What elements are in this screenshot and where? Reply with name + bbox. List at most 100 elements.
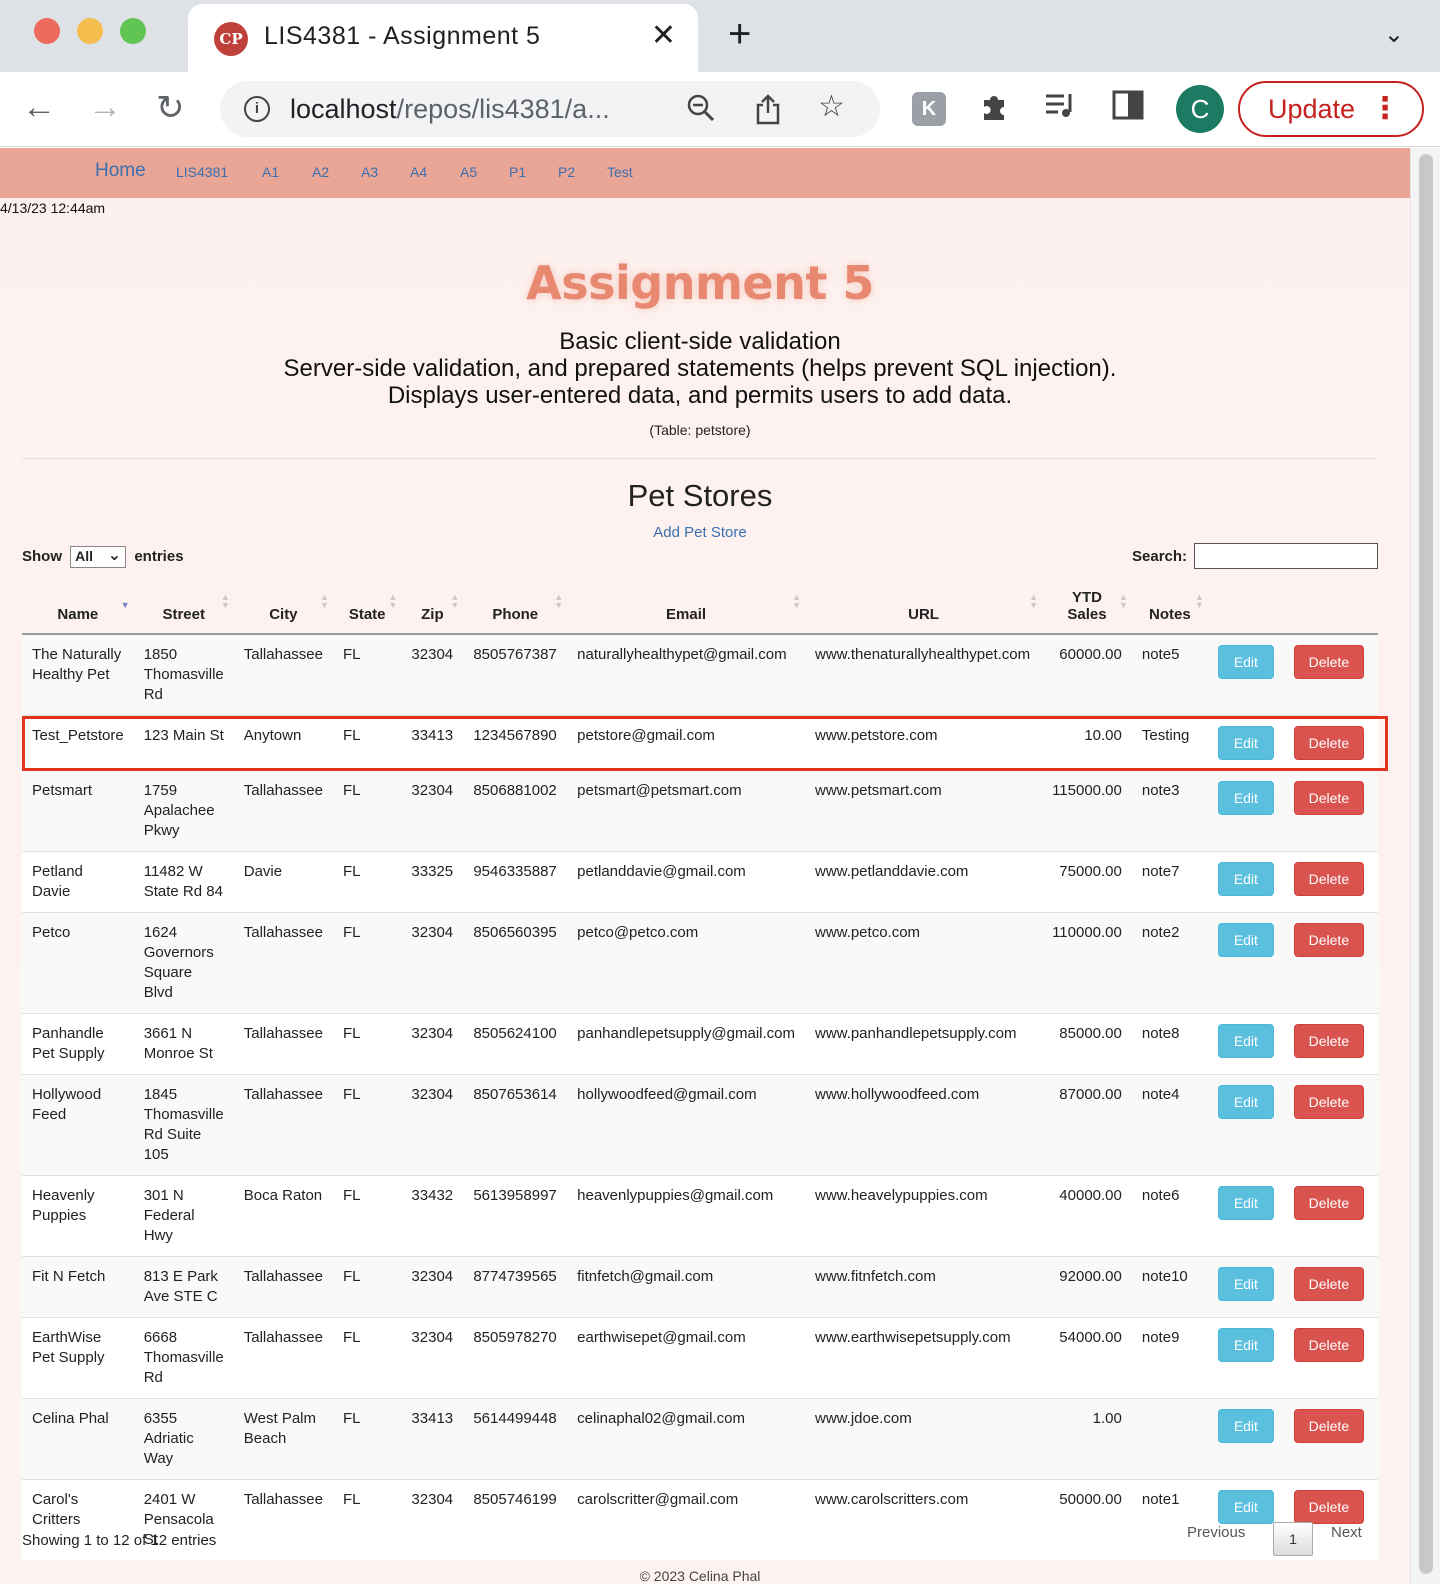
edit-button[interactable]: Edit bbox=[1217, 1267, 1274, 1301]
table-header-row: Name ▼ Street ▲ ▼ City ▲ ▼ State ▲ ▼ Zip ▲ ▼ Phon… bbox=[22, 580, 1378, 635]
add-pet-store-link[interactable]: Add Pet Store bbox=[0, 524, 1400, 541]
nav-link-test[interactable]: Test bbox=[607, 164, 633, 180]
cell-delete: Delete bbox=[1283, 851, 1378, 913]
tab-close-icon[interactable]: ✕ bbox=[651, 18, 676, 53]
delete-button[interactable]: Delete bbox=[1293, 862, 1364, 896]
delete-button[interactable]: Delete bbox=[1293, 1328, 1364, 1362]
url-text[interactable]: localhost/repos/lis4381/a... bbox=[290, 94, 610, 125]
column-header-notes[interactable]: Notes ▲ ▼ bbox=[1131, 580, 1208, 635]
delete-button[interactable]: Delete bbox=[1293, 1267, 1364, 1301]
edit-button[interactable]: Edit bbox=[1217, 1085, 1274, 1119]
column-header-street[interactable]: Street ▲ ▼ bbox=[133, 580, 234, 635]
address-bar[interactable]: i localhost/repos/lis4381/a... ☆ bbox=[220, 81, 880, 137]
cell-notes bbox=[1131, 1398, 1208, 1480]
column-header-name[interactable]: Name ▼ bbox=[22, 580, 134, 635]
cell-zip: 32304 bbox=[401, 770, 464, 852]
edit-button[interactable]: Edit bbox=[1217, 862, 1274, 896]
browser-tab-active[interactable]: CP LIS4381 - Assignment 5 ✕ bbox=[188, 4, 698, 72]
delete-button[interactable]: Delete bbox=[1293, 1085, 1364, 1119]
cell-name: Hollywood Feed bbox=[22, 1074, 134, 1176]
scrollbar-thumb[interactable] bbox=[1419, 154, 1433, 1574]
delete-button[interactable]: Delete bbox=[1293, 726, 1364, 760]
delete-button[interactable]: Delete bbox=[1293, 645, 1364, 679]
edit-button[interactable]: Edit bbox=[1217, 781, 1274, 815]
page-scrollbar[interactable] bbox=[1410, 148, 1440, 1584]
column-header-zip[interactable]: Zip ▲ ▼ bbox=[401, 580, 464, 635]
delete-button[interactable]: Delete bbox=[1293, 1186, 1364, 1220]
previous-page-button[interactable]: Previous bbox=[1187, 1524, 1245, 1541]
cell-phone: 9546335887 bbox=[463, 851, 568, 913]
kebab-menu-icon[interactable]: ⋮ bbox=[1370, 83, 1400, 135]
cell-name: Petco bbox=[22, 912, 134, 1014]
nav-link-a5[interactable]: A5 bbox=[460, 164, 477, 180]
extension-k-icon[interactable]: K bbox=[912, 92, 946, 126]
edit-button[interactable]: Edit bbox=[1217, 1186, 1274, 1220]
sort-icon: ▲ ▼ bbox=[388, 592, 398, 610]
new-tab-icon[interactable]: + bbox=[728, 12, 751, 57]
info-icon[interactable]: i bbox=[244, 96, 270, 122]
forward-arrow-icon[interactable]: → bbox=[88, 88, 122, 127]
zoom-out-icon[interactable] bbox=[686, 93, 716, 130]
nav-link-p2[interactable]: P2 bbox=[558, 164, 575, 180]
sort-icon: ▲ ▼ bbox=[1118, 592, 1128, 610]
edit-button[interactable]: Edit bbox=[1217, 1024, 1274, 1058]
browser-tab-strip: CP LIS4381 - Assignment 5 ✕ + ⌄ bbox=[0, 0, 1440, 72]
delete-button[interactable]: Delete bbox=[1293, 1024, 1364, 1058]
divider bbox=[22, 458, 1377, 459]
profile-avatar[interactable]: C bbox=[1176, 85, 1224, 133]
column-header-state[interactable]: State ▲ ▼ bbox=[332, 580, 402, 635]
sidebar-icon[interactable] bbox=[1112, 90, 1144, 128]
close-window-icon[interactable] bbox=[34, 18, 60, 44]
nav-link-a3[interactable]: A3 bbox=[361, 164, 378, 180]
edit-button[interactable]: Edit bbox=[1217, 1490, 1274, 1524]
table-body: The Naturally Healthy Pet 1850 Thomasvill… bbox=[22, 633, 1378, 1560]
column-header-ytd-sales[interactable]: YTD Sales ▲ ▼ bbox=[1042, 580, 1132, 635]
delete-button[interactable]: Delete bbox=[1293, 1490, 1364, 1524]
sort-icon: ▲ ▼ bbox=[792, 592, 801, 610]
edit-button[interactable]: Edit bbox=[1217, 1409, 1274, 1443]
search-input[interactable] bbox=[1194, 543, 1378, 569]
back-arrow-icon[interactable]: ← bbox=[22, 88, 56, 127]
column-header-city[interactable]: City ▲ ▼ bbox=[233, 580, 333, 635]
cell-state: FL bbox=[332, 851, 402, 913]
delete-button[interactable]: Delete bbox=[1293, 781, 1364, 815]
cell-zip: 33413 bbox=[401, 715, 464, 771]
media-queue-icon[interactable] bbox=[1044, 90, 1078, 128]
nav-link-lis4381[interactable]: LIS4381 bbox=[176, 164, 228, 180]
column-header-phone[interactable]: Phone ▲ ▼ bbox=[463, 580, 568, 635]
column-header-email[interactable]: Email ▲ ▼ bbox=[567, 580, 805, 635]
table-row: Heavenly Puppies 301 N Federal Hwy Boca Ra… bbox=[22, 1175, 1378, 1257]
nav-link-p1[interactable]: P1 bbox=[509, 164, 526, 180]
current-page-button[interactable]: 1 bbox=[1273, 1522, 1313, 1556]
nav-home-link[interactable]: Home bbox=[95, 160, 146, 182]
table-row: Hollywood Feed 1845 Thomasville Rd Suite … bbox=[22, 1074, 1378, 1176]
delete-button[interactable]: Delete bbox=[1293, 923, 1364, 957]
edit-button[interactable]: Edit bbox=[1217, 726, 1274, 760]
edit-button[interactable]: Edit bbox=[1217, 1328, 1274, 1362]
cell-url: www.earthwisepetsupply.com bbox=[805, 1317, 1043, 1399]
edit-button[interactable]: Edit bbox=[1217, 645, 1274, 679]
browser-update-button[interactable]: Update ⋮ bbox=[1238, 81, 1424, 137]
delete-button[interactable]: Delete bbox=[1293, 1409, 1364, 1443]
maximize-window-icon[interactable] bbox=[120, 18, 146, 44]
cell-street: 6668 Thomasville Rd bbox=[133, 1317, 234, 1399]
nav-link-a4[interactable]: A4 bbox=[410, 164, 427, 180]
entries-select[interactable]: All ⌄ bbox=[70, 546, 127, 568]
cell-url: www.panhandlepetsupply.com bbox=[805, 1013, 1043, 1075]
column-header-url[interactable]: URL ▲ ▼ bbox=[805, 580, 1043, 635]
cell-state: FL bbox=[332, 1398, 402, 1480]
nav-link-a2[interactable]: A2 bbox=[312, 164, 329, 180]
search-label: Search: bbox=[1132, 548, 1188, 565]
star-icon[interactable]: ☆ bbox=[818, 89, 845, 124]
edit-button[interactable]: Edit bbox=[1217, 923, 1274, 957]
footer-copyright: © 2023 Celina Phal bbox=[639, 1568, 761, 1584]
next-page-button[interactable]: Next bbox=[1331, 1524, 1362, 1541]
reload-icon[interactable]: ↻ bbox=[156, 88, 185, 128]
cell-email: petstore@gmail.com bbox=[567, 715, 805, 771]
tab-search-chevron-icon[interactable]: ⌄ bbox=[1384, 20, 1404, 49]
nav-link-a1[interactable]: A1 bbox=[262, 164, 279, 180]
puzzle-icon[interactable] bbox=[978, 90, 1010, 130]
cell-notes: note1 bbox=[1131, 1479, 1208, 1560]
minimize-window-icon[interactable] bbox=[77, 18, 103, 44]
share-icon[interactable] bbox=[754, 93, 782, 132]
